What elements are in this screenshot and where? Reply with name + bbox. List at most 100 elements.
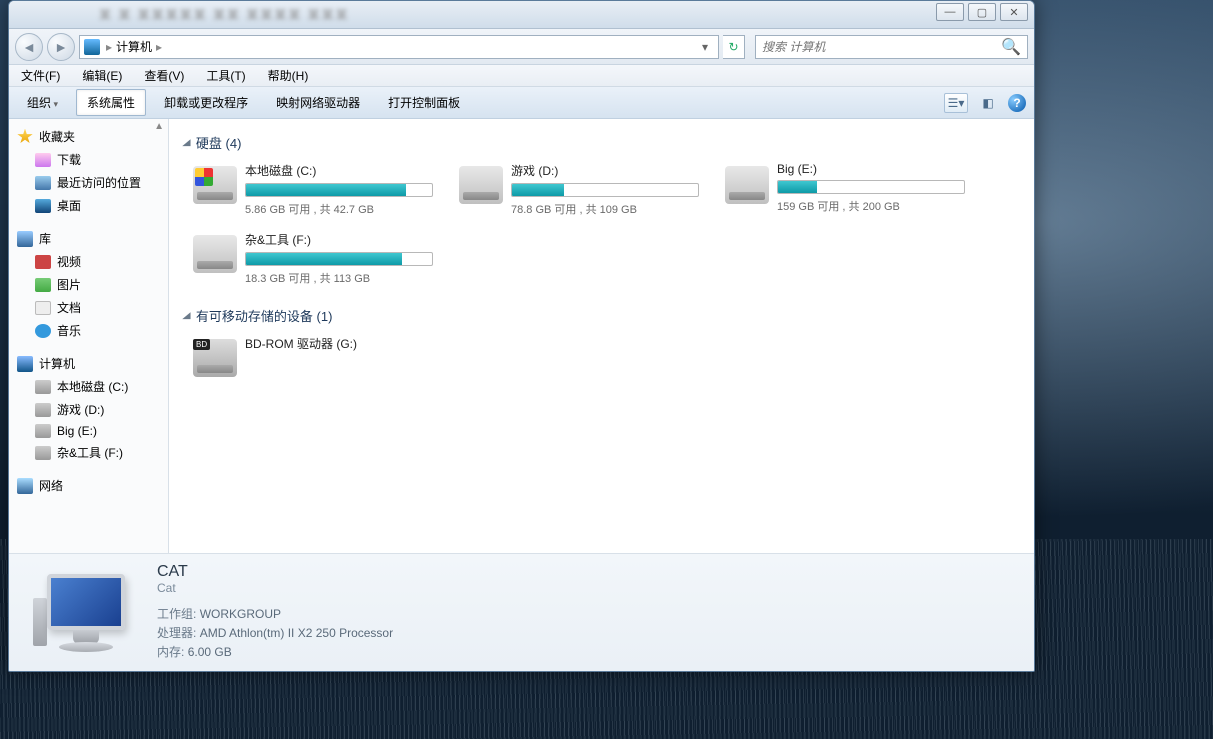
group-header-removable[interactable]: 有可移动存储的设备 (1) xyxy=(183,306,1020,325)
menu-view[interactable]: 查看(V) xyxy=(140,65,188,86)
sidebar-item-pictures[interactable]: 图片 xyxy=(9,273,168,296)
mem-label: 内存: xyxy=(157,645,184,659)
hdd-icon xyxy=(459,166,503,204)
map-network-drive-button[interactable]: 映射网络驱动器 xyxy=(266,90,370,115)
sidebar-favorites-label: 收藏夹 xyxy=(39,128,75,145)
breadcrumb-sep: ▸ xyxy=(106,40,112,54)
drive-name: 杂&工具 (F:) xyxy=(245,231,435,248)
sidebar-item-drive-c[interactable]: 本地磁盘 (C:) xyxy=(9,375,168,398)
drive-name: BD-ROM 驱动器 (G:) xyxy=(245,335,435,352)
sidebar-computer[interactable]: 计算机 xyxy=(9,352,168,375)
drive-name: Big (E:) xyxy=(777,162,967,176)
cpu-value: AMD Athlon(tm) II X2 250 Processor xyxy=(200,626,393,640)
drives-container: 本地磁盘 (C:) 5.86 GB 可用 , 共 42.7 GB 游戏 (D:) 78… xyxy=(191,160,1020,288)
search-box[interactable]: 🔍 xyxy=(755,35,1028,59)
sidebar-item-recent[interactable]: 最近访问的位置 xyxy=(9,171,168,194)
sidebar-libraries[interactable]: 库 xyxy=(9,227,168,250)
preview-pane-button[interactable]: ◧ xyxy=(976,93,1000,113)
drive-name: 游戏 (D:) xyxy=(511,162,701,179)
breadcrumb-computer[interactable]: 计算机 xyxy=(116,38,152,55)
sidebar-item-label: 桌面 xyxy=(57,197,81,214)
sidebar-favorites[interactable]: 收藏夹 xyxy=(9,125,168,148)
hdd-icon xyxy=(35,380,51,394)
drive-item[interactable]: 游戏 (D:) 78.8 GB 可用 , 共 109 GB xyxy=(457,160,703,219)
search-input[interactable] xyxy=(762,40,1001,54)
back-button[interactable]: ◄ xyxy=(15,33,43,61)
content-pane: 硬盘 (4) 本地磁盘 (C:) 5.86 GB 可用 , 共 42.7 GB 游戏… xyxy=(169,119,1034,553)
computer-large-icon xyxy=(29,568,139,658)
capacity-bar xyxy=(511,183,699,197)
sidebar-network[interactable]: 网络 xyxy=(9,474,168,497)
sidebar-item-music[interactable]: 音乐 xyxy=(9,319,168,342)
drive-name: 本地磁盘 (C:) xyxy=(245,162,435,179)
library-icon xyxy=(17,231,33,247)
download-icon xyxy=(35,153,51,167)
sidebar-item-label: 下载 xyxy=(57,151,81,168)
hdd-icon xyxy=(193,166,237,204)
details-name: CAT xyxy=(157,563,393,581)
computer-icon xyxy=(17,356,33,372)
address-bar[interactable]: ▸ 计算机 ▸ ▾ xyxy=(79,35,719,59)
body-row: ▲ 收藏夹 下载 最近访问的位置 桌面 库 视频 图片 文档 音乐 计算机 本地… xyxy=(9,119,1034,553)
menu-tools[interactable]: 工具(T) xyxy=(202,65,249,86)
star-icon xyxy=(17,129,33,145)
sidebar-libraries-label: 库 xyxy=(39,230,51,247)
forward-button[interactable]: ► xyxy=(47,33,75,61)
drive-stat: 18.3 GB 可用 , 共 113 GB xyxy=(245,270,435,286)
navigation-pane: ▲ 收藏夹 下载 最近访问的位置 桌面 库 视频 图片 文档 音乐 计算机 本地… xyxy=(9,119,169,553)
sidebar-item-label: 音乐 xyxy=(57,322,81,339)
address-dropdown[interactable]: ▾ xyxy=(696,40,714,54)
desktop-icon xyxy=(35,199,51,213)
uninstall-programs-button[interactable]: 卸载或更改程序 xyxy=(154,90,258,115)
document-icon xyxy=(35,301,51,315)
group-header-label: 有可移动存储的设备 (1) xyxy=(196,306,333,325)
organize-button[interactable]: 组织 xyxy=(17,90,68,115)
maximize-button[interactable]: ▢ xyxy=(968,3,996,21)
refresh-button[interactable]: ↻ xyxy=(723,35,745,59)
breadcrumb-sep2[interactable]: ▸ xyxy=(156,40,162,54)
explorer-window: 某 某 某某某某某 某某 某某某某 某某某 — ▢ ✕ ◄ ► ▸ 计算机 ▸ … xyxy=(8,0,1035,672)
recent-icon xyxy=(35,176,51,190)
menu-edit[interactable]: 编辑(E) xyxy=(78,65,126,86)
close-button[interactable]: ✕ xyxy=(1000,3,1028,21)
sidebar-item-label: 文档 xyxy=(57,299,81,316)
minimize-button[interactable]: — xyxy=(936,3,964,21)
sidebar-computer-label: 计算机 xyxy=(39,355,75,372)
window-controls: — ▢ ✕ xyxy=(936,3,1028,21)
picture-icon xyxy=(35,278,51,292)
optical-drive-icon xyxy=(193,339,237,377)
sidebar-item-label: 杂&工具 (F:) xyxy=(57,444,123,461)
sidebar-item-label: 本地磁盘 (C:) xyxy=(57,378,128,395)
drive-item[interactable]: Big (E:)159 GB 可用 , 共 200 GB xyxy=(723,160,969,219)
nav-bar: ◄ ► ▸ 计算机 ▸ ▾ ↻ 🔍 xyxy=(9,29,1034,65)
drive-item[interactable]: 杂&工具 (F:) 18.3 GB 可用 , 共 113 GB xyxy=(191,229,437,288)
open-control-panel-button[interactable]: 打开控制面板 xyxy=(378,90,470,115)
sidebar-item-drive-d[interactable]: 游戏 (D:) xyxy=(9,398,168,421)
sidebar-item-drive-f[interactable]: 杂&工具 (F:) xyxy=(9,441,168,464)
drive-item[interactable]: 本地磁盘 (C:) 5.86 GB 可用 , 共 42.7 GB xyxy=(191,160,437,219)
optical-drive[interactable]: BD-ROM 驱动器 (G:) xyxy=(191,333,437,379)
search-icon[interactable]: 🔍 xyxy=(1001,37,1021,57)
sidebar-item-documents[interactable]: 文档 xyxy=(9,296,168,319)
network-icon xyxy=(17,478,33,494)
title-bar[interactable]: 某 某 某某某某某 某某 某某某某 某某某 — ▢ ✕ xyxy=(9,1,1034,29)
view-options-button[interactable]: ☰▾ xyxy=(944,93,968,113)
sidebar-item-label: 图片 xyxy=(57,276,81,293)
hdd-icon xyxy=(193,235,237,273)
capacity-bar xyxy=(777,180,965,194)
system-properties-button[interactable]: 系统属性 xyxy=(76,89,146,116)
drive-stat: 5.86 GB 可用 , 共 42.7 GB xyxy=(245,201,435,217)
group-header-hdd[interactable]: 硬盘 (4) xyxy=(183,133,1020,152)
drive-stat: 78.8 GB 可用 , 共 109 GB xyxy=(511,201,701,217)
sidebar-item-desktop[interactable]: 桌面 xyxy=(9,194,168,217)
sidebar-item-downloads[interactable]: 下载 xyxy=(9,148,168,171)
help-icon[interactable]: ? xyxy=(1008,94,1026,112)
music-icon xyxy=(35,324,51,338)
menu-bar: 文件(F) 编辑(E) 查看(V) 工具(T) 帮助(H) xyxy=(9,65,1034,87)
menu-file[interactable]: 文件(F) xyxy=(17,65,64,86)
title-text-blurred: 某 某 某某某某某 某某 某某某某 某某某 xyxy=(99,6,350,23)
scroll-up-icon[interactable]: ▲ xyxy=(154,121,164,132)
menu-help[interactable]: 帮助(H) xyxy=(264,65,313,86)
sidebar-item-videos[interactable]: 视频 xyxy=(9,250,168,273)
sidebar-item-drive-e[interactable]: Big (E:) xyxy=(9,421,168,441)
